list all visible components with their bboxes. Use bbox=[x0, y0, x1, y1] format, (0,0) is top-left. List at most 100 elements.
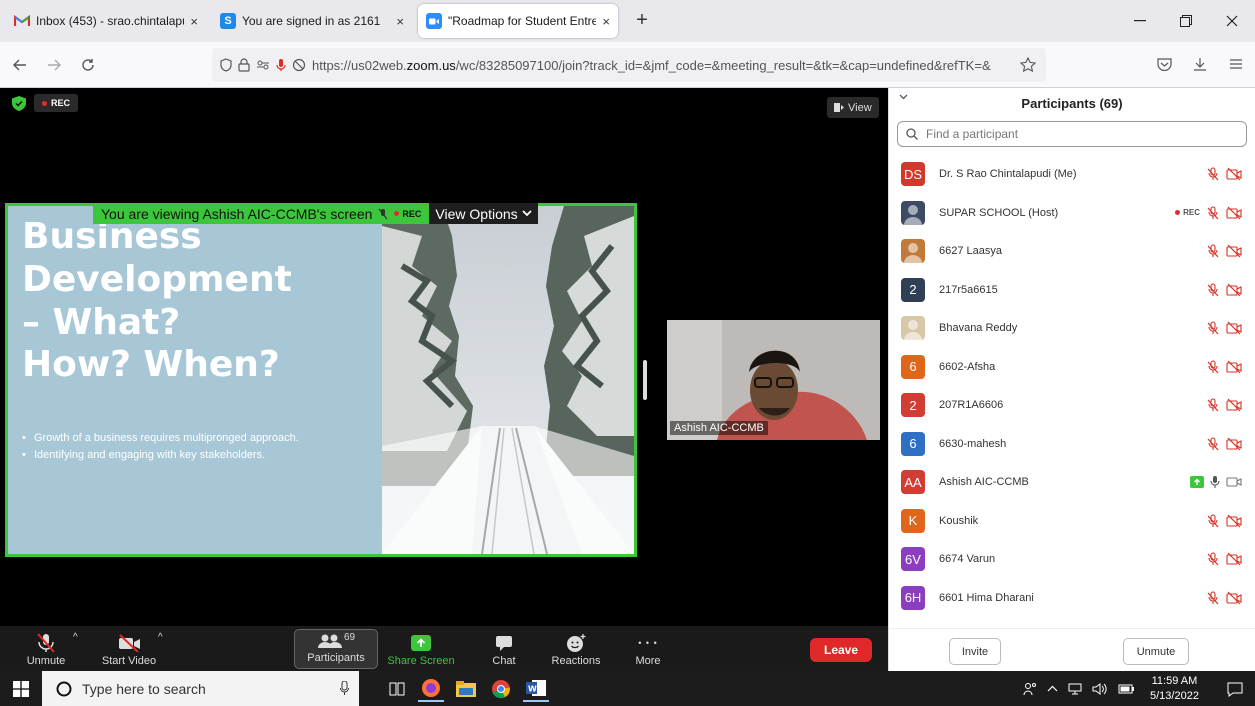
task-view-icon[interactable] bbox=[384, 676, 410, 702]
permissions-icon[interactable] bbox=[256, 59, 270, 71]
taskbar-search-box[interactable]: Type here to search bbox=[42, 671, 359, 706]
panel-footer: Invite Unmute bbox=[889, 628, 1255, 671]
taskbar-search-placeholder: Type here to search bbox=[82, 680, 206, 697]
collapse-chevron-icon[interactable] bbox=[899, 94, 908, 100]
record-dot-icon bbox=[42, 100, 47, 106]
leave-button[interactable]: Leave bbox=[810, 638, 872, 662]
muted-microphone-icon bbox=[36, 631, 56, 655]
menu-icon[interactable] bbox=[1225, 50, 1247, 78]
tab-signed-in[interactable]: S You are signed in as 2161 × bbox=[212, 4, 412, 38]
video-participant-name: Ashish AIC-CCMB bbox=[670, 421, 768, 435]
share-screen-button[interactable]: Share Screen bbox=[384, 626, 458, 671]
participants-count: 69 bbox=[343, 631, 356, 643]
tab-zoom-meeting[interactable]: "Roadmap for Student Entrepre × bbox=[418, 4, 618, 38]
participant-avatar bbox=[901, 316, 925, 341]
participant-avatar: 2 bbox=[901, 277, 925, 302]
participant-row[interactable]: SUPAR SCHOOL (Host) REC bbox=[889, 194, 1255, 233]
view-options-button[interactable]: View Options bbox=[429, 203, 538, 224]
network-icon[interactable] bbox=[1068, 683, 1082, 695]
close-tab-icon[interactable]: × bbox=[396, 14, 404, 29]
video-options-caret-icon[interactable]: ^ bbox=[158, 632, 163, 643]
participant-status bbox=[1190, 463, 1242, 501]
slide-bullet: Growth of a business requires multiprong… bbox=[22, 430, 377, 447]
restore-icon[interactable] bbox=[1163, 0, 1209, 42]
notifications-icon[interactable] bbox=[1222, 676, 1248, 702]
downloads-icon[interactable] bbox=[1189, 50, 1211, 78]
participant-row[interactable]: 2 217r5a6615 bbox=[889, 271, 1255, 310]
video-off-icon bbox=[117, 631, 141, 655]
pocket-icon[interactable] bbox=[1153, 50, 1175, 78]
participant-row[interactable]: 6V 6674 Varun bbox=[889, 540, 1255, 579]
windows-taskbar: Type here to search W 11:59 AM 5/13/2022 bbox=[0, 671, 1255, 706]
microphone-on-icon bbox=[1210, 475, 1220, 489]
slide-bullet: Identifying and engaging with key stakeh… bbox=[22, 447, 377, 464]
participant-row[interactable]: 6627 Laasya bbox=[889, 232, 1255, 271]
participant-status bbox=[1206, 386, 1242, 424]
firefox-icon[interactable] bbox=[418, 676, 444, 702]
audio-options-caret-icon[interactable]: ^ bbox=[73, 632, 78, 643]
close-tab-icon[interactable]: × bbox=[602, 14, 610, 29]
participant-row[interactable]: 6 6602-Afsha bbox=[889, 348, 1255, 387]
lock-icon[interactable] bbox=[238, 58, 250, 72]
participant-row[interactable]: Bhavana Reddy bbox=[889, 309, 1255, 348]
participant-row[interactable]: AA Ashish AIC-CCMB bbox=[889, 463, 1255, 502]
participant-avatar bbox=[901, 200, 925, 225]
camera-off-icon bbox=[1226, 244, 1242, 258]
taskbar-clock[interactable]: 11:59 AM 5/13/2022 bbox=[1150, 674, 1199, 704]
participant-row[interactable]: K Koushik bbox=[889, 502, 1255, 541]
participant-row[interactable]: 6 6630-mahesh bbox=[889, 425, 1255, 464]
muted-mic-icon bbox=[1206, 359, 1220, 374]
tab-gmail[interactable]: Inbox (453) - srao.chintalapudi@ × bbox=[6, 4, 206, 38]
bookmark-star-icon[interactable] bbox=[1020, 57, 1036, 72]
muted-mic-icon bbox=[1206, 552, 1220, 566]
show-hidden-icons-icon[interactable] bbox=[1047, 685, 1058, 692]
participant-status bbox=[1206, 271, 1242, 309]
participant-status bbox=[1206, 309, 1242, 347]
chrome-icon[interactable] bbox=[488, 676, 514, 702]
participant-search-input[interactable]: Find a participant bbox=[897, 121, 1247, 147]
microphone-blocked-icon[interactable] bbox=[276, 58, 286, 72]
view-button[interactable]: View bbox=[827, 97, 879, 118]
close-tab-icon[interactable]: × bbox=[190, 14, 198, 29]
recording-badge[interactable]: REC bbox=[34, 94, 79, 112]
shared-screen[interactable]: Business Development – What? How? When? … bbox=[5, 203, 637, 557]
close-window-icon[interactable] bbox=[1209, 0, 1255, 42]
windows-start-icon[interactable] bbox=[0, 671, 42, 706]
more-button[interactable]: • • • More bbox=[628, 626, 668, 671]
people-icon[interactable] bbox=[1023, 682, 1037, 696]
muted-mic-icon bbox=[1206, 590, 1220, 605]
shield-outline-icon[interactable] bbox=[220, 58, 232, 72]
word-icon[interactable]: W bbox=[523, 676, 549, 702]
participant-row[interactable]: 6H 6601 Hima Dharani bbox=[889, 579, 1255, 618]
chat-button[interactable]: Chat bbox=[484, 626, 524, 671]
back-arrow-icon[interactable] bbox=[6, 51, 34, 79]
gmail-icon bbox=[14, 13, 30, 29]
microphone-icon[interactable] bbox=[340, 681, 349, 696]
url-text: https://us02web.zoom.us/wc/83285097100/j… bbox=[312, 57, 991, 73]
volume-icon[interactable] bbox=[1092, 682, 1108, 695]
start-video-button[interactable]: Start Video bbox=[98, 626, 160, 671]
new-tab-button[interactable]: + bbox=[630, 9, 654, 32]
participant-video[interactable]: Ashish AIC-CCMB bbox=[667, 320, 880, 440]
participants-icon: 69 bbox=[317, 630, 355, 652]
camera-off-icon bbox=[1226, 398, 1242, 412]
url-bar[interactable]: https://us02web.zoom.us/wc/83285097100/j… bbox=[212, 48, 1046, 82]
battery-icon[interactable] bbox=[1118, 684, 1134, 694]
participant-row[interactable]: 2 207R1A6606 bbox=[889, 386, 1255, 425]
unmute-all-button[interactable]: Unmute bbox=[1123, 638, 1189, 665]
chat-icon bbox=[495, 631, 513, 655]
minimize-icon[interactable] bbox=[1117, 0, 1163, 42]
resize-handle[interactable] bbox=[643, 360, 647, 400]
invite-button[interactable]: Invite bbox=[949, 638, 1001, 665]
participant-row[interactable]: DS Dr. S Rao Chintalapudi (Me) bbox=[889, 155, 1255, 194]
tab-title: Inbox (453) - srao.chintalapudi@ bbox=[36, 14, 184, 28]
cortana-circle-icon bbox=[56, 681, 72, 697]
reactions-button[interactable]: Reactions bbox=[546, 626, 606, 671]
participants-button[interactable]: 69 Participants bbox=[294, 629, 378, 669]
encryption-shield-icon[interactable] bbox=[12, 96, 26, 111]
unmute-button[interactable]: Unmute bbox=[22, 626, 70, 671]
forward-arrow-icon[interactable] bbox=[40, 51, 68, 79]
camera-blocked-icon[interactable] bbox=[292, 58, 306, 72]
reload-icon[interactable] bbox=[74, 51, 102, 79]
file-explorer-icon[interactable] bbox=[453, 676, 479, 702]
